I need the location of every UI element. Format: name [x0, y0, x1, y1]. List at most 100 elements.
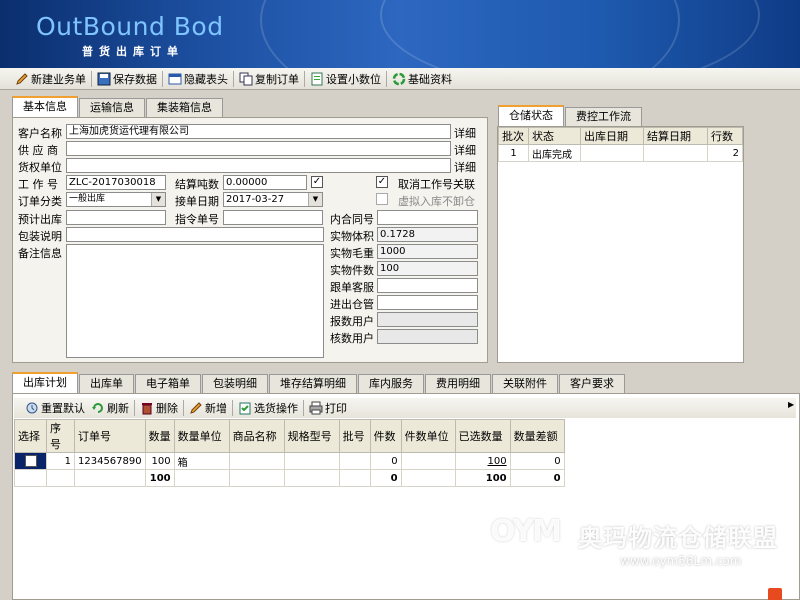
- customer-field[interactable]: 上海加虎货运代理有限公司: [66, 124, 451, 139]
- tab-attachments[interactable]: 关联附件: [492, 374, 558, 393]
- owner-detail-link[interactable]: 详细: [454, 159, 476, 175]
- tab-packing-detail[interactable]: 包装明细: [202, 374, 268, 393]
- side-tabs: 仓储状态 费控工作流: [498, 105, 643, 126]
- app-logo: OutBound Bod: [36, 12, 224, 41]
- watermark-logo: OYM: [490, 514, 562, 549]
- row-select-cell[interactable]: [14, 452, 47, 470]
- tab-outbound-plan[interactable]: 出库计划: [12, 372, 78, 393]
- customer-label: 客户名称: [18, 127, 62, 140]
- bottom-tabs: 出库计划 出库单 电子箱单 包装明细 堆存结算明细 库内服务 费用明细 关联附件…: [12, 372, 626, 393]
- tons-checkbox[interactable]: ✓: [311, 176, 323, 188]
- dropdown-arrow-icon[interactable]: ▼: [308, 193, 322, 206]
- totals-row: 100 0 100 0: [14, 469, 565, 487]
- main-tabs: 基本信息 运输信息 集装箱信息: [12, 96, 224, 117]
- trash-icon: [140, 401, 154, 415]
- tab-fee-detail[interactable]: 费用明细: [425, 374, 491, 393]
- owner-label: 货权单位: [18, 161, 62, 174]
- watermark-text: 奥玛物流仓储联盟: [578, 524, 778, 552]
- virtual-inbound-checkbox[interactable]: [376, 193, 388, 205]
- plan-col-qty: 数量: [144, 419, 175, 453]
- status-col-outdate: 出库日期: [580, 127, 644, 145]
- hide-header-button[interactable]: 隐藏表头: [165, 70, 231, 88]
- supplier-field[interactable]: [66, 141, 451, 156]
- planned-outbound-field[interactable]: [66, 210, 166, 225]
- package-desc-label: 包装说明: [18, 230, 62, 243]
- check-user-field[interactable]: [377, 329, 478, 344]
- plan-col-spec: 规格型号: [283, 419, 340, 453]
- add-button[interactable]: 新增: [186, 399, 230, 417]
- report-user-field[interactable]: [377, 312, 478, 327]
- supplier-label: 供 应 商: [18, 144, 58, 157]
- tab-customer-requirements[interactable]: 客户要求: [559, 374, 625, 393]
- customer-detail-link[interactable]: 详细: [454, 125, 476, 141]
- remark-label: 备注信息: [18, 247, 62, 260]
- status-col-batch: 批次: [498, 127, 529, 145]
- tab-container-info[interactable]: 集装箱信息: [146, 98, 223, 117]
- contract-number-label: 内合同号: [330, 213, 374, 226]
- table-row[interactable]: 1 1234567890 100 箱 0 100 0: [14, 452, 565, 470]
- remark-textarea[interactable]: [66, 244, 324, 358]
- plan-col-seq: 序号: [46, 419, 75, 453]
- table-row[interactable]: 1 出库完成 2: [498, 144, 743, 162]
- copy-order-button[interactable]: 复制订单: [236, 70, 302, 88]
- watermark-url: www.oym56Lm.com: [620, 554, 742, 568]
- corner-badge-icon: [768, 588, 782, 600]
- cancel-job-checkbox[interactable]: ✓: [376, 176, 388, 188]
- tab-electronic-packing[interactable]: 电子箱单: [135, 374, 201, 393]
- volume-field[interactable]: 0.1728: [377, 227, 478, 242]
- print-button[interactable]: 打印: [306, 399, 350, 417]
- tab-fee-workflow[interactable]: 费控工作流: [565, 107, 642, 126]
- tab-outbound-order[interactable]: 出库单: [79, 374, 134, 393]
- tab-storage-status[interactable]: 仓储状态: [498, 105, 564, 126]
- new-button[interactable]: 新建业务单: [12, 70, 89, 88]
- pieces-field[interactable]: 100: [377, 261, 478, 276]
- order-date-label: 接单日期: [175, 195, 219, 208]
- pick-goods-button[interactable]: 选货操作: [235, 399, 301, 417]
- order-date-field[interactable]: 2017-03-27 ▼: [223, 192, 323, 207]
- package-desc-field[interactable]: [66, 227, 324, 242]
- refresh-button[interactable]: 刷新: [88, 399, 132, 417]
- order-type-select[interactable]: 一般出库 ▼: [66, 192, 166, 207]
- supplier-detail-link[interactable]: 详细: [454, 142, 476, 158]
- delete-button[interactable]: 删除: [137, 399, 181, 417]
- document-icon: [310, 72, 324, 86]
- reset-icon: [25, 401, 39, 415]
- plan-col-select: 选择: [14, 419, 47, 453]
- settle-tons-field[interactable]: 0.00000: [223, 175, 307, 190]
- warehouse-keeper-field[interactable]: [377, 295, 478, 310]
- owner-field[interactable]: [66, 158, 451, 173]
- tab-basic-info[interactable]: 基本信息: [12, 96, 78, 117]
- basic-data-button[interactable]: 基础资料: [389, 70, 455, 88]
- toolbar-overflow-icon[interactable]: ▶: [788, 400, 795, 410]
- copy-icon: [239, 72, 253, 86]
- printer-icon: [309, 401, 323, 415]
- app-banner: OutBound Bod 普货出库订单: [0, 0, 800, 68]
- command-number-field[interactable]: [223, 210, 323, 225]
- outbound-plan-table: 选择 序号 订单号 数量 数量单位 商品名称 规格型号 批号 件数 件数单位 已…: [14, 419, 565, 487]
- tab-storage-settlement[interactable]: 堆存结算明细: [269, 374, 357, 393]
- plan-col-qty-diff: 数量差额: [509, 419, 565, 453]
- row-select-checkbox[interactable]: [24, 454, 37, 467]
- app-subtitle: 普货出库订单: [82, 45, 184, 58]
- main-toolbar: 新建业务单 保存数据 隐藏表头 复制订单 设置小数位 基础资料: [0, 68, 800, 90]
- selected-qty-link[interactable]: 100: [454, 452, 511, 470]
- job-number-field[interactable]: ZLC-2017030018: [66, 175, 166, 190]
- cancel-job-label: 取消工作号关联: [398, 178, 475, 191]
- tab-transport-info[interactable]: 运输信息: [79, 98, 145, 117]
- report-user-label: 报数用户: [330, 315, 374, 328]
- decimal-settings-button[interactable]: 设置小数位: [307, 70, 384, 88]
- tab-warehouse-service[interactable]: 库内服务: [358, 374, 424, 393]
- pieces-label: 实物件数: [330, 264, 374, 277]
- status-col-rows: 行数: [707, 127, 743, 145]
- gross-weight-field[interactable]: 1000: [377, 244, 478, 259]
- customer-service-field[interactable]: [377, 278, 478, 293]
- status-col-state: 状态: [528, 127, 581, 145]
- save-button[interactable]: 保存数据: [94, 70, 160, 88]
- floppy-icon: [97, 72, 111, 86]
- dropdown-arrow-icon[interactable]: ▼: [151, 193, 165, 206]
- contract-number-field[interactable]: [377, 210, 478, 225]
- plan-toolbar: 重置默认 刷新 删除 新增 选货操作 打印: [14, 398, 796, 418]
- reset-default-button[interactable]: 重置默认: [22, 399, 88, 417]
- settle-tons-label: 结算吨数: [175, 178, 219, 191]
- plan-col-piece-unit: 件数单位: [400, 419, 456, 453]
